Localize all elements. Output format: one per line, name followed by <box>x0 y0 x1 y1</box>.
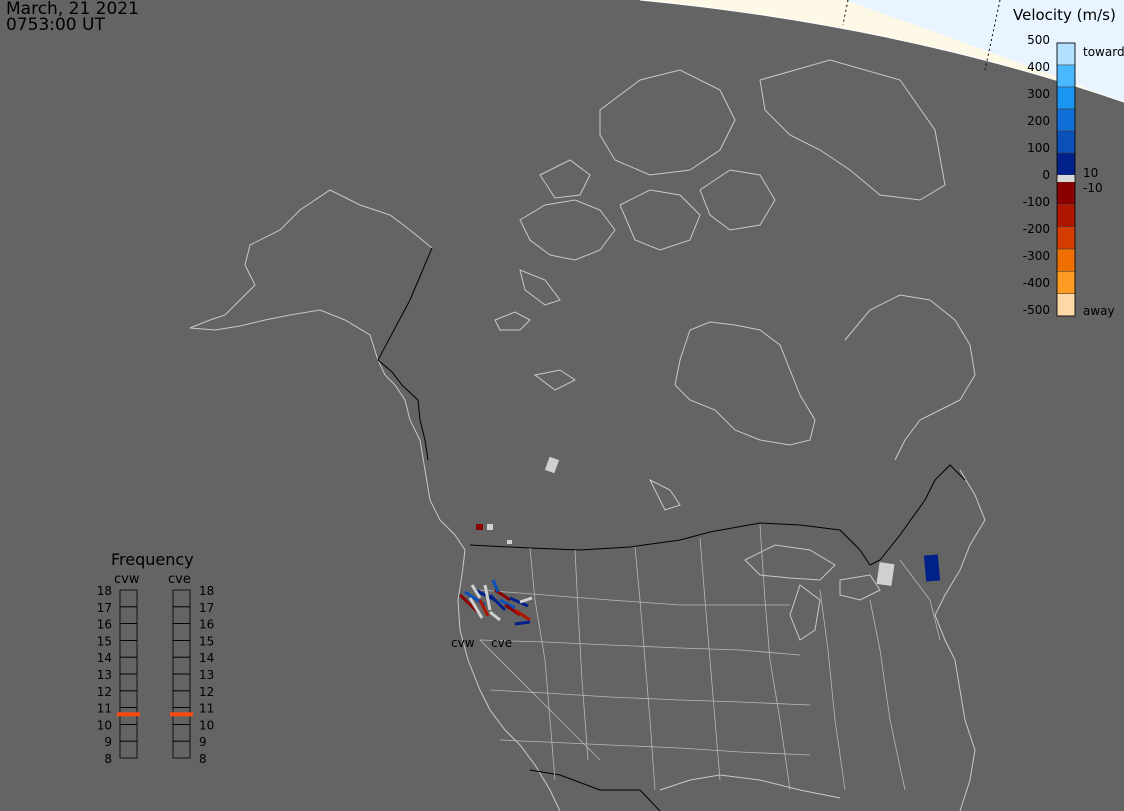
velocity-color-segment <box>1056 293 1076 317</box>
velocity-color-segment <box>1056 226 1076 250</box>
frequency-cell <box>119 606 138 624</box>
velocity-colorbar <box>1056 42 1076 317</box>
frequency-scale-label: 18 <box>199 584 214 598</box>
radar-fan <box>458 579 533 626</box>
frequency-scale-label: 13 <box>199 668 214 682</box>
north-america-map: cvw cve Velocity (m/s) 500 400 300 200 100 0 -… <box>97 0 1124 811</box>
frequency-scale-label: 16 <box>97 618 112 632</box>
velocity-color-segment <box>1056 86 1076 110</box>
velocity-tick-label: -400 <box>1023 276 1050 290</box>
frequency-cell <box>119 740 138 759</box>
frequency-scale-label: 9 <box>104 735 112 749</box>
country-borders <box>377 247 966 811</box>
velocity-color-segment <box>1056 152 1076 176</box>
velocity-toward-label: toward <box>1083 45 1124 59</box>
frequency-scale-label: 17 <box>97 601 112 615</box>
frequency-marker-cve <box>170 712 193 717</box>
frequency-scale-label: 12 <box>97 685 112 699</box>
frequency-cell <box>172 690 191 708</box>
frequency-cell <box>119 673 138 692</box>
frequency-cell <box>172 606 191 624</box>
frequency-cell <box>172 623 191 641</box>
velocity-tick-label: -300 <box>1023 249 1050 263</box>
velocity-legend-title: Velocity (m/s) <box>1013 6 1116 24</box>
frequency-cell <box>119 656 138 675</box>
map-stage: cvw cve Velocity (m/s) 500 400 300 200 100 0 -… <box>0 0 1124 811</box>
frequency-scale-label: 17 <box>199 601 214 615</box>
velocity-color-segment <box>1056 64 1076 88</box>
radar-label-cve: cve <box>491 636 512 650</box>
velocity-color-segment <box>1056 130 1076 154</box>
scatter-cell <box>544 456 560 474</box>
frequency-scale-label: 14 <box>199 651 214 665</box>
velocity-away-label: away <box>1083 304 1115 318</box>
scatter-cell <box>876 562 895 587</box>
frequency-scale-label: 12 <box>199 685 214 699</box>
frequency-panel: Frequency cvw cve 18 18 17 17 16 16 15 15 14 14 13… <box>97 550 215 766</box>
scatter-cell <box>487 524 493 530</box>
velocity-tick-label: 100 <box>1027 141 1050 155</box>
velocity-tick-label: 500 <box>1027 33 1050 47</box>
frequency-cell <box>172 673 191 692</box>
frequency-scale-label: 15 <box>97 634 112 648</box>
frequency-cell <box>172 740 191 759</box>
frequency-cell <box>119 724 138 742</box>
scatter-cell <box>507 540 512 544</box>
frequency-cell <box>119 640 138 658</box>
frequency-scale-label: 18 <box>97 584 112 598</box>
velocity-tick-label: 400 <box>1027 60 1050 74</box>
coastlines <box>189 59 986 811</box>
frequency-title: Frequency <box>111 550 194 569</box>
velocity-zero-band <box>1057 175 1075 182</box>
frequency-scale-label: 14 <box>97 651 112 665</box>
frequency-radar-cve: cve <box>168 572 191 587</box>
velocity-gap-pos-label: 10 <box>1083 166 1098 180</box>
frequency-marker-cvw <box>117 712 140 717</box>
frequency-cell <box>119 623 138 641</box>
frequency-cell <box>172 724 191 742</box>
velocity-color-segment <box>1056 108 1076 132</box>
frequency-scale-label: 10 <box>199 718 214 732</box>
frequency-cell <box>172 589 191 608</box>
frequency-cell <box>172 640 191 658</box>
velocity-tick-label: -500 <box>1023 303 1050 317</box>
velocity-tick-label: 300 <box>1027 87 1050 101</box>
frequency-cell <box>119 690 138 708</box>
velocity-tick-label: 200 <box>1027 114 1050 128</box>
velocity-color-segment <box>1056 42 1076 66</box>
frequency-scale-label: 9 <box>199 735 207 749</box>
frequency-boxes <box>119 589 191 759</box>
frequency-scale-label: 11 <box>97 702 112 716</box>
velocity-tick-label: -200 <box>1023 222 1050 236</box>
frequency-scale-label: 16 <box>199 618 214 632</box>
radar-label-cvw: cvw <box>451 636 475 650</box>
velocity-gap-neg-label: -10 <box>1083 181 1103 195</box>
frequency-scale-label: 8 <box>199 752 207 766</box>
velocity-color-segment <box>1056 248 1076 272</box>
velocity-color-segment <box>1056 204 1076 227</box>
frequency-cell <box>119 589 138 608</box>
frequency-scale-label: 8 <box>104 752 112 766</box>
frequency-markers <box>117 712 193 717</box>
frequency-scale-label: 10 <box>97 718 112 732</box>
frequency-scale-labels: 18 18 17 17 16 16 15 15 14 14 13 13 12 12 11 11 10 10 9 9 8 8 <box>97 584 215 766</box>
time-label: 0753:00 UT <box>6 15 105 35</box>
frequency-scale-label: 11 <box>199 702 214 716</box>
frequency-scale-label: 15 <box>199 634 214 648</box>
velocity-tick-label: 0 <box>1042 168 1050 182</box>
frequency-cell <box>172 656 191 675</box>
frequency-radar-cvw: cvw <box>114 572 140 587</box>
frequency-scale-label: 13 <box>97 668 112 682</box>
velocity-color-segment <box>1056 271 1076 294</box>
velocity-tick-label: -100 <box>1023 195 1050 209</box>
scatter-cell <box>923 554 941 582</box>
scatter-cell <box>476 524 483 530</box>
velocity-color-segment <box>1056 181 1076 205</box>
